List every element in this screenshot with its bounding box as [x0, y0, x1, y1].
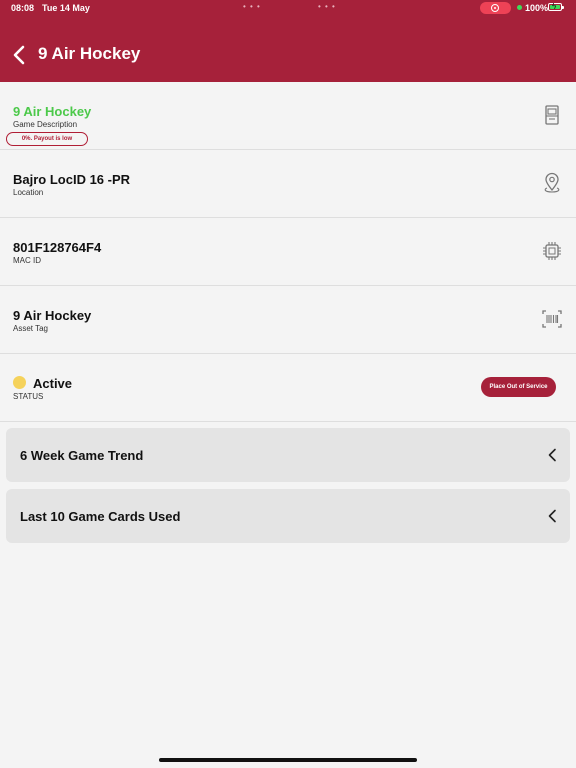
status-indicator-dot	[13, 376, 26, 389]
mac-id-value: 801F128764F4	[13, 240, 102, 255]
screen-recording-icon	[480, 2, 511, 14]
status-label: STATUS	[13, 392, 44, 401]
card-label: 6 Week Game Trend	[20, 448, 144, 463]
mac-id-row: 801F128764F4 MAC ID	[0, 218, 576, 286]
barcode-icon	[542, 310, 562, 328]
multitask-dots-icon: • • •	[243, 2, 261, 11]
payout-warning-badge: 0%. Payout is low	[6, 132, 88, 146]
multitask-dots-icon: • • •	[318, 2, 336, 11]
asset-tag-label: Asset Tag	[13, 324, 48, 333]
home-indicator[interactable]	[159, 758, 417, 762]
game-description-row: 9 Air Hockey Game Description 0%. Payout…	[0, 82, 576, 150]
indicator-dot-icon	[517, 5, 522, 10]
location-label: Location	[13, 188, 44, 197]
six-week-game-trend-card[interactable]: 6 Week Game Trend	[6, 428, 570, 482]
battery-percent: 100%	[525, 3, 549, 13]
chevron-left-icon	[548, 509, 556, 523]
status-time: 08:08	[11, 3, 35, 13]
card-label: Last 10 Game Cards Used	[20, 509, 181, 524]
status-value: Active	[33, 376, 73, 391]
status-row: Active STATUS Place Out of Service	[0, 354, 576, 422]
map-pin-icon	[544, 172, 560, 193]
game-description-label: Game Description	[13, 120, 78, 129]
battery-icon: ϟ	[548, 2, 564, 11]
asset-tag-value: 9 Air Hockey	[13, 308, 92, 323]
asset-tag-row: 9 Air Hockey Asset Tag	[0, 286, 576, 354]
arcade-machine-icon	[545, 105, 559, 125]
place-out-of-service-button[interactable]: Place Out of Service	[481, 377, 556, 397]
chevron-left-icon	[548, 448, 556, 462]
game-description-value: 9 Air Hockey	[13, 104, 92, 119]
location-value: Bajro LocID 16 -PR	[13, 172, 131, 187]
mac-id-label: MAC ID	[13, 256, 41, 265]
status-date: Tue 14 May	[42, 3, 90, 13]
chevron-left-icon	[13, 45, 25, 65]
header-bar: 08:08 Tue 14 May • • • • • • 100% ϟ 9 Ai…	[0, 0, 576, 82]
location-row: Bajro LocID 16 -PR Location	[0, 150, 576, 218]
chip-icon	[543, 242, 561, 260]
last-ten-game-cards-card[interactable]: Last 10 Game Cards Used	[6, 489, 570, 543]
page-title: 9 Air Hockey	[38, 44, 141, 63]
back-button[interactable]	[10, 42, 30, 68]
